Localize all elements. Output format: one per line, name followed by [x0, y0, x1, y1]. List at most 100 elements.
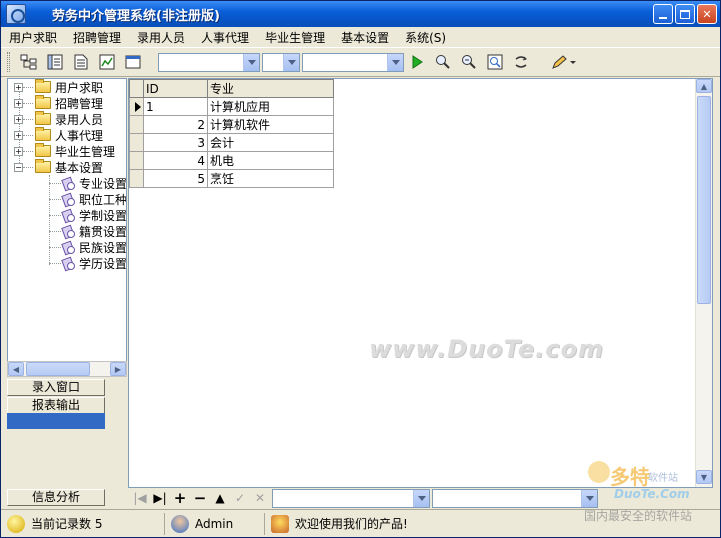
table-row[interactable]: 2 计算机软件 [129, 115, 334, 134]
tree-leaf-major[interactable]: 专业设置 [49, 175, 126, 191]
nav-panel-body [7, 413, 105, 429]
chevron-down-icon[interactable] [413, 489, 429, 507]
scroll-thumb[interactable] [26, 362, 90, 376]
maximize-button[interactable] [675, 4, 695, 24]
scroll-thumb[interactable] [697, 96, 711, 304]
tree-node-hired[interactable]: + 录用人员 [8, 111, 103, 127]
tree-node-recruitment[interactable]: + 招聘管理 [8, 95, 103, 111]
cancel-record-icon[interactable]: ✕ [250, 489, 270, 507]
field-combo[interactable] [158, 52, 260, 72]
tree-leaf-ethnicity[interactable]: 民族设置 [49, 239, 126, 255]
cell-major[interactable]: 会计 [207, 133, 334, 152]
menu-job-seeking[interactable]: 用户求职 [9, 29, 57, 46]
toolbar-grip[interactable] [7, 52, 10, 72]
tree-leaf-schooling[interactable]: 学制设置 [49, 207, 126, 223]
chevron-down-icon[interactable] [283, 53, 299, 71]
settings-item-icon [61, 192, 75, 206]
value-combo[interactable] [302, 52, 404, 72]
refresh-icon[interactable] [510, 51, 532, 73]
delete-record-icon[interactable]: − [190, 489, 210, 507]
menu-hired[interactable]: 录用人员 [137, 29, 185, 46]
tree-leaf-job-type[interactable]: 职位工种 [49, 191, 127, 207]
tree-node-graduates[interactable]: + 毕业生管理 [8, 143, 115, 159]
column-header-major[interactable]: 专业 [207, 79, 334, 98]
filter-field-combo[interactable] [272, 488, 430, 508]
window-icon[interactable] [122, 51, 144, 73]
tree-node-basic-settings[interactable]: − 基本设置 [8, 159, 103, 175]
menu-system[interactable]: 系统(S) [405, 29, 446, 46]
pencil-icon[interactable] [550, 51, 578, 73]
find-icon[interactable] [432, 51, 454, 73]
welcome-message-text: 欢迎使用我们的产品! [295, 517, 408, 531]
tree-connector [49, 246, 61, 248]
menu-graduates[interactable]: 毕业生管理 [265, 29, 325, 46]
chevron-down-icon[interactable] [387, 53, 403, 71]
table-row[interactable]: 4 机电 [129, 151, 334, 170]
tree-horizontal-scrollbar[interactable]: ◀ ▶ [7, 361, 127, 377]
grid-vertical-scrollbar[interactable]: ▲ ▼ [695, 79, 712, 487]
cell-major[interactable]: 烹饪 [207, 169, 334, 188]
tree-view-icon[interactable] [18, 51, 40, 73]
grid-table: ID 专业 1 计算机应用 2 计算机软件 3 会计 4 机电 5 烹饪 [129, 79, 334, 188]
tree-node-hr-agency[interactable]: + 人事代理 [8, 127, 103, 143]
expand-icon[interactable]: + [14, 114, 23, 124]
title-bar[interactable]: 劳务中介管理系统(非注册版) ✕ [1, 1, 720, 27]
document-icon[interactable] [70, 51, 92, 73]
chevron-down-icon[interactable] [243, 53, 259, 71]
scroll-up-button[interactable]: ▲ [696, 79, 712, 93]
tree-leaf-native-place[interactable]: 籍贯设置 [49, 223, 126, 239]
cell-major[interactable]: 计算机应用 [207, 97, 334, 116]
tree-leaf-education[interactable]: 学历设置 [49, 255, 126, 271]
close-button[interactable]: ✕ [697, 4, 717, 24]
table-row[interactable]: 1 计算机应用 [129, 97, 334, 116]
row-indicator [129, 151, 144, 170]
window-title: 劳务中介管理系统(非注册版) [52, 8, 220, 24]
entry-window-button[interactable]: 录入窗口 [7, 379, 105, 396]
run-query-icon[interactable] [406, 51, 428, 73]
menu-basic-settings[interactable]: 基本设置 [341, 29, 389, 46]
chart-icon[interactable] [96, 51, 118, 73]
column-header-id[interactable]: ID [143, 79, 208, 98]
info-analysis-button[interactable]: 信息分析 [7, 489, 105, 506]
edit-record-icon[interactable]: ▲ [210, 489, 230, 507]
cell-id[interactable]: 2 [143, 115, 208, 134]
list-view-icon[interactable] [44, 51, 66, 73]
tree-node-label: 人事代理 [55, 128, 104, 143]
table-row[interactable]: 3 会计 [129, 133, 334, 152]
filter-value-combo[interactable] [432, 488, 598, 508]
last-record-icon[interactable]: ▶| [150, 489, 170, 507]
expand-icon[interactable]: + [14, 98, 23, 108]
cell-major[interactable]: 机电 [207, 151, 334, 170]
main-window: 劳务中介管理系统(非注册版) ✕ 用户求职 招聘管理 录用人员 人事代理 毕业生… [0, 0, 721, 538]
chevron-left-icon: ◀ [12, 364, 20, 374]
tree-leaf-label: 职位工种 [79, 192, 127, 207]
expand-icon[interactable]: + [14, 130, 23, 140]
report-output-button[interactable]: 报表输出 [7, 397, 105, 414]
table-row[interactable]: 5 烹饪 [129, 169, 334, 188]
status-user-pane: Admin [165, 512, 265, 535]
post-record-icon[interactable]: ✓ [230, 489, 250, 507]
cell-id[interactable]: 4 [143, 151, 208, 170]
menu-hr-agency[interactable]: 人事代理 [201, 29, 249, 46]
tree-connector [49, 262, 61, 264]
operator-combo[interactable] [262, 52, 300, 72]
zoom-icon[interactable] [484, 51, 506, 73]
tree-node-job-seeking[interactable]: + 用户求职 [8, 79, 103, 95]
expand-icon[interactable]: + [14, 82, 23, 92]
cell-id[interactable]: 3 [143, 133, 208, 152]
row-indicator [129, 133, 144, 152]
menu-recruitment[interactable]: 招聘管理 [73, 29, 121, 46]
status-record-pane: 当前记录数 5 [1, 512, 165, 535]
navigation-tree: + 用户求职 + 招聘管理 + 录用人员 + 人事代理 + 毕业生管理 − 基本… [7, 78, 127, 376]
scroll-right-button[interactable]: ▶ [110, 362, 126, 376]
expand-icon[interactable]: + [14, 146, 23, 156]
add-record-icon[interactable]: + [170, 489, 190, 507]
cell-id[interactable]: 5 [143, 169, 208, 188]
find-next-icon[interactable] [458, 51, 480, 73]
collapse-icon[interactable]: − [14, 162, 23, 172]
minimize-button[interactable] [653, 4, 673, 24]
scroll-left-button[interactable]: ◀ [8, 362, 24, 376]
first-record-icon[interactable]: |◀ [130, 489, 150, 507]
cell-id[interactable]: 1 [143, 97, 208, 116]
cell-major[interactable]: 计算机软件 [207, 115, 334, 134]
